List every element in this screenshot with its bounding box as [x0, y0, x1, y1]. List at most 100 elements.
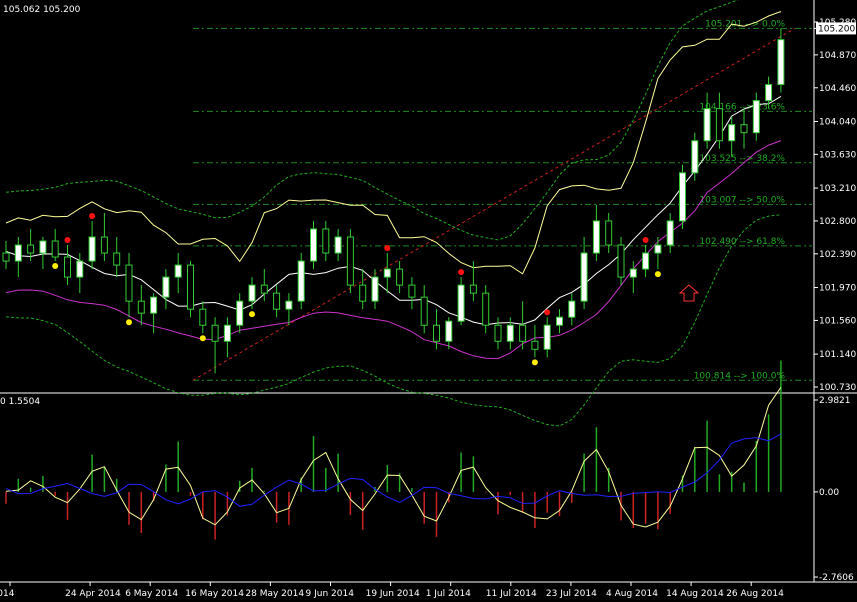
up-arrow-marker [678, 284, 700, 302]
candle-body [494, 324, 502, 342]
candle-body [199, 308, 207, 326]
candle-body [51, 240, 59, 258]
candle-body [2, 252, 10, 262]
signal-dot-yellow [52, 263, 59, 270]
time-tick-label: 14 Aug 2014 [666, 589, 724, 599]
candle-body [137, 300, 145, 314]
candle-body [679, 172, 686, 222]
candle-body [383, 268, 391, 278]
candle-body [322, 228, 330, 254]
signal-dot-red [384, 245, 391, 252]
candle-body [297, 260, 305, 302]
signal-dot-yellow [199, 335, 206, 342]
price-tick-label: 103.210 [819, 184, 856, 194]
candle-body [629, 268, 637, 278]
candle-body [371, 276, 379, 302]
candle-body [248, 284, 256, 302]
candle-body [703, 108, 711, 142]
candle-body [568, 300, 576, 318]
candle-body [519, 324, 527, 342]
price-tick-label: 101.970 [819, 284, 856, 294]
candle-body [14, 244, 22, 262]
oscillator-line [5, 387, 782, 528]
candle-body [273, 292, 281, 310]
candle-body [285, 300, 293, 310]
middle-band-line [5, 95, 782, 326]
candle-body [482, 292, 490, 326]
price-tick-label: 104.870 [819, 51, 856, 61]
fibo-level-label: 103.525 --> 38.2% [699, 154, 785, 164]
osc-tick-label: 0.00 [819, 488, 839, 498]
candle-body [27, 244, 35, 254]
candle-body [88, 236, 96, 262]
candle-body [445, 320, 453, 342]
time-tick-label: r 2014 [0, 589, 15, 599]
current-price-label: 105.200 [818, 24, 855, 34]
time-tick-label: 11 Jul 2014 [486, 589, 537, 599]
price-tick-label: 104.040 [819, 117, 856, 127]
signal-dot-red [64, 237, 71, 244]
candle-body [100, 236, 108, 254]
time-tick-label: 24 Apr 2014 [65, 589, 121, 599]
candle-body [469, 284, 477, 294]
time-tick-label: 16 May 2014 [185, 589, 244, 599]
candle-body [740, 124, 748, 134]
candle-body [531, 340, 539, 350]
fibo-level-label: 100.814 --> 100.0% [694, 371, 786, 381]
candle-body [113, 252, 121, 266]
signal-dot-red [544, 309, 551, 316]
candle-body [506, 324, 514, 342]
candle-body [187, 264, 194, 310]
candle-body [433, 324, 440, 342]
candle-body [39, 240, 47, 254]
candle-body [396, 268, 404, 286]
time-tick-label: 23 Jul 2014 [546, 589, 597, 599]
candle-body [420, 296, 428, 326]
signal-dot-yellow [531, 359, 538, 366]
envelope-lower-line [5, 214, 781, 427]
signal-dot-yellow [249, 311, 255, 318]
candle-body [728, 124, 736, 142]
price-tick-label: 101.560 [819, 316, 856, 326]
time-tick-label: 28 May 2014 [245, 589, 304, 599]
price-tick-label: 104.460 [819, 84, 856, 94]
upper-band-line [5, 11, 782, 275]
candle-body [777, 39, 785, 86]
fibo-level-label: 103.007 --> 50.0% [699, 195, 785, 205]
price-chart[interactable]: 105.280105.200104.870104.460104.040103.6… [0, 0, 857, 602]
candle-body [76, 260, 84, 278]
candle-body [765, 84, 773, 102]
time-tick-label: 1 Jul 2014 [426, 589, 471, 599]
candle-body [236, 300, 244, 326]
signal-line [5, 433, 782, 507]
time-tick-label: 9 Jun 2014 [306, 589, 355, 599]
signal-dot-yellow [126, 319, 132, 326]
candle-body [592, 220, 600, 254]
candle-body [150, 296, 158, 314]
candle-body [162, 276, 170, 298]
candle-body [346, 236, 354, 286]
candle-body [223, 324, 231, 342]
chart-window: 105.062 105.200 0 1.5504 105.280105.2001… [0, 0, 857, 602]
price-tick-label: 102.390 [819, 250, 856, 260]
candle-body [580, 252, 588, 302]
candle-body [359, 284, 367, 302]
price-tick-label: 103.630 [819, 150, 856, 160]
candle-body [457, 284, 465, 322]
signal-dot-red [458, 269, 465, 276]
price-tick-label: 102.800 [819, 217, 856, 227]
price-tick-label: 100.730 [819, 383, 856, 393]
candle-body [642, 252, 650, 270]
signal-dot-yellow [654, 271, 661, 278]
candle-body [125, 264, 133, 302]
candle-body [174, 264, 182, 278]
candle-body [543, 324, 551, 350]
fibo-level-label: 105.201 --> 0.0% [705, 19, 785, 29]
candle-body [617, 244, 625, 278]
candle-body [334, 236, 342, 254]
fibo-level-label: 102.490 --> 61.8% [699, 237, 785, 247]
candle-body [715, 108, 723, 142]
osc-tick-label: -2.7606 [819, 573, 854, 583]
candle-body [691, 140, 699, 174]
candle-body [64, 256, 71, 278]
